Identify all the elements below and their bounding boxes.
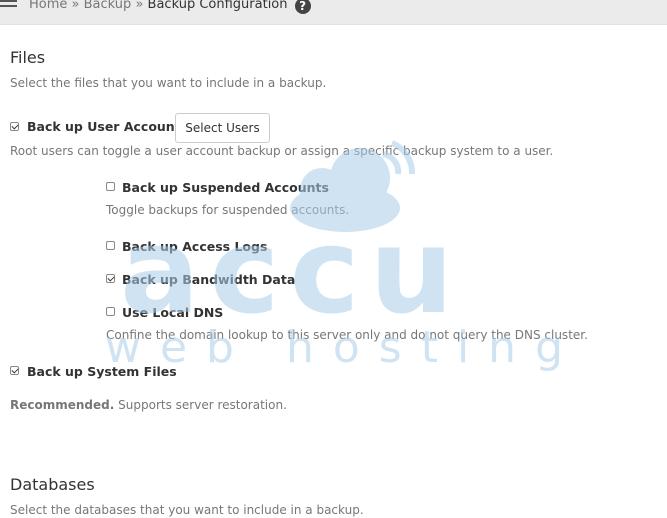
bandwidth-data-label[interactable]: Back up Bandwidth Data (122, 272, 295, 287)
system-files-label[interactable]: Back up System Files (27, 364, 177, 379)
breadcrumb-separator: » (135, 0, 144, 12)
local-dns-label[interactable]: Use Local DNS (122, 305, 223, 320)
user-accounts-checkbox[interactable] (10, 122, 19, 131)
files-heading: Files (10, 48, 46, 67)
user-accounts-help: Root users can toggle a user account bac… (10, 144, 554, 158)
breadcrumb-home[interactable]: Home (29, 0, 67, 12)
system-files-note: Recommended. Supports server restoration… (10, 398, 287, 412)
breadcrumb-current: Backup Configuration (147, 0, 288, 12)
databases-heading: Databases (10, 475, 95, 494)
files-description: Select the files that you want to includ… (10, 76, 327, 90)
suspended-accounts-label[interactable]: Back up Suspended Accounts (122, 180, 329, 195)
system-files-note-text: Supports server restoration. (118, 398, 287, 412)
accu-watermark-logo: accu web hosting (105, 140, 563, 373)
suspended-accounts-help: Toggle backups for suspended accounts. (106, 203, 350, 217)
top-bar: Home » Backup » Backup Configuration ? (0, 0, 667, 25)
recommended-label: Recommended. (10, 398, 115, 412)
select-users-button[interactable]: Select Users (175, 113, 270, 143)
user-accounts-label[interactable]: Back up User Accounts (27, 119, 188, 134)
suspended-accounts-checkbox[interactable] (106, 182, 115, 191)
local-dns-checkbox[interactable] (106, 307, 115, 316)
databases-description: Select the databases that you want to in… (10, 503, 364, 517)
breadcrumb-separator: » (71, 0, 80, 12)
local-dns-help: Confine the domain lookup to this server… (106, 328, 588, 342)
breadcrumb: Home » Backup » Backup Configuration ? (29, 0, 311, 15)
menu-icon[interactable] (0, 0, 17, 10)
breadcrumb-backup[interactable]: Backup (84, 0, 132, 12)
access-logs-checkbox[interactable] (106, 241, 115, 250)
bandwidth-data-checkbox[interactable] (106, 274, 115, 283)
help-icon[interactable]: ? (294, 0, 311, 14)
access-logs-label[interactable]: Back up Access Logs (122, 239, 267, 254)
system-files-checkbox[interactable] (10, 366, 19, 375)
